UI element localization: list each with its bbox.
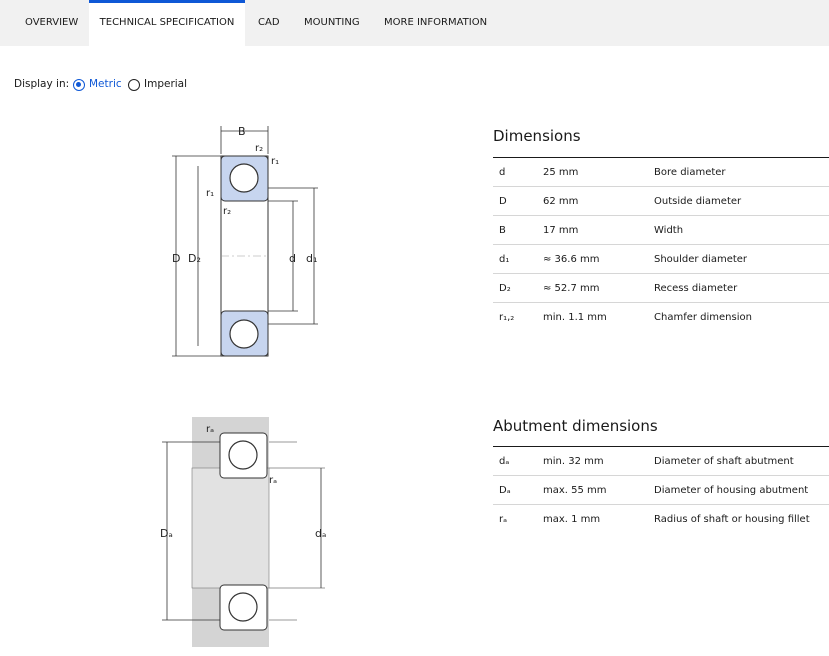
symbol-cell: r₁,₂ (499, 312, 515, 323)
abutment-dimension-drawing: rₐ rₐ Dₐ dₐ (160, 417, 326, 647)
label-D: D (172, 252, 180, 265)
symbol-cell: d (499, 167, 506, 178)
symbol-cell: D (499, 196, 507, 207)
label-Da: Dₐ (160, 527, 173, 540)
label-d1: d₁ (306, 252, 317, 265)
tab-mounting[interactable]: MOUNTING (304, 0, 360, 46)
tab-technical-specification[interactable]: TECHNICAL SPECIFICATION (89, 0, 245, 46)
label-ra-right: rₐ (269, 475, 277, 486)
dimensions-title: Dimensions (493, 127, 581, 145)
value-cell: ≈ 36.6 mm (543, 254, 600, 265)
table-row: d₁ ≈ 36.6 mm Shoulder diameter (493, 245, 829, 274)
table-row: Dₐ max. 55 mm Diameter of housing abutme… (493, 476, 829, 505)
table-row: B 17 mm Width (493, 216, 829, 245)
value-cell: 25 mm (543, 167, 579, 178)
abutment-table: dₐ min. 32 mm Diameter of shaft abutment… (493, 446, 829, 534)
label-D2: D₂ (188, 252, 201, 265)
bearing-dimension-drawing: B r₂ r₁ r₁ r₂ D D₂ d d₁ (172, 125, 318, 357)
value-cell: 17 mm (543, 225, 579, 236)
tab-overview[interactable]: OVERVIEW (25, 0, 78, 46)
description-cell: Diameter of shaft abutment (654, 456, 794, 467)
description-cell: Bore diameter (654, 167, 726, 178)
label-r2-left: r₂ (223, 206, 231, 217)
description-cell: Width (654, 225, 684, 236)
label-da: dₐ (315, 527, 326, 540)
unit-selector-label: Display in: (14, 78, 70, 90)
table-row: d 25 mm Bore diameter (493, 158, 829, 187)
label-r1-top: r₁ (271, 156, 279, 167)
value-cell: min. 32 mm (543, 456, 604, 467)
label-ra-top: rₐ (206, 424, 214, 435)
value-cell: max. 1 mm (543, 514, 601, 525)
symbol-cell: D₂ (499, 283, 511, 294)
value-cell: min. 1.1 mm (543, 312, 607, 323)
tab-cad[interactable]: CAD (258, 0, 280, 46)
tab-bar: OVERVIEW TECHNICAL SPECIFICATION CAD MOU… (0, 0, 829, 46)
description-cell: Diameter of housing abutment (654, 485, 809, 496)
value-cell: ≈ 52.7 mm (543, 283, 600, 294)
metric-option-label[interactable]: Metric (89, 78, 122, 90)
table-row: rₐ max. 1 mm Radius of shaft or housing … (493, 505, 829, 534)
symbol-cell: Dₐ (499, 485, 511, 496)
dimensions-table: d 25 mm Bore diameter D 62 mm Outside di… (493, 157, 829, 332)
description-cell: Radius of shaft or housing fillet (654, 514, 810, 525)
imperial-radio[interactable] (128, 79, 140, 91)
symbol-cell: B (499, 225, 506, 236)
symbol-cell: d₁ (499, 254, 510, 265)
description-cell: Outside diameter (654, 196, 742, 207)
table-row: dₐ min. 32 mm Diameter of shaft abutment (493, 447, 829, 476)
label-r1-left: r₁ (206, 188, 214, 199)
imperial-option-label[interactable]: Imperial (144, 78, 187, 90)
label-d: d (289, 252, 296, 265)
label-r2-top: r₂ (255, 143, 263, 154)
metric-radio[interactable] (73, 79, 85, 91)
description-cell: Shoulder diameter (654, 254, 748, 265)
table-row: D₂ ≈ 52.7 mm Recess diameter (493, 274, 829, 303)
symbol-cell: dₐ (499, 456, 510, 467)
symbol-cell: rₐ (499, 514, 508, 525)
abutment-title: Abutment dimensions (493, 417, 658, 435)
description-cell: Recess diameter (654, 283, 738, 294)
table-row: D 62 mm Outside diameter (493, 187, 829, 216)
label-B: B (238, 125, 246, 138)
value-cell: 62 mm (543, 196, 579, 207)
tab-more-information[interactable]: MORE INFORMATION (384, 0, 487, 46)
table-row: r₁,₂ min. 1.1 mm Chamfer dimension (493, 303, 829, 332)
value-cell: max. 55 mm (543, 485, 607, 496)
description-cell: Chamfer dimension (654, 312, 752, 323)
